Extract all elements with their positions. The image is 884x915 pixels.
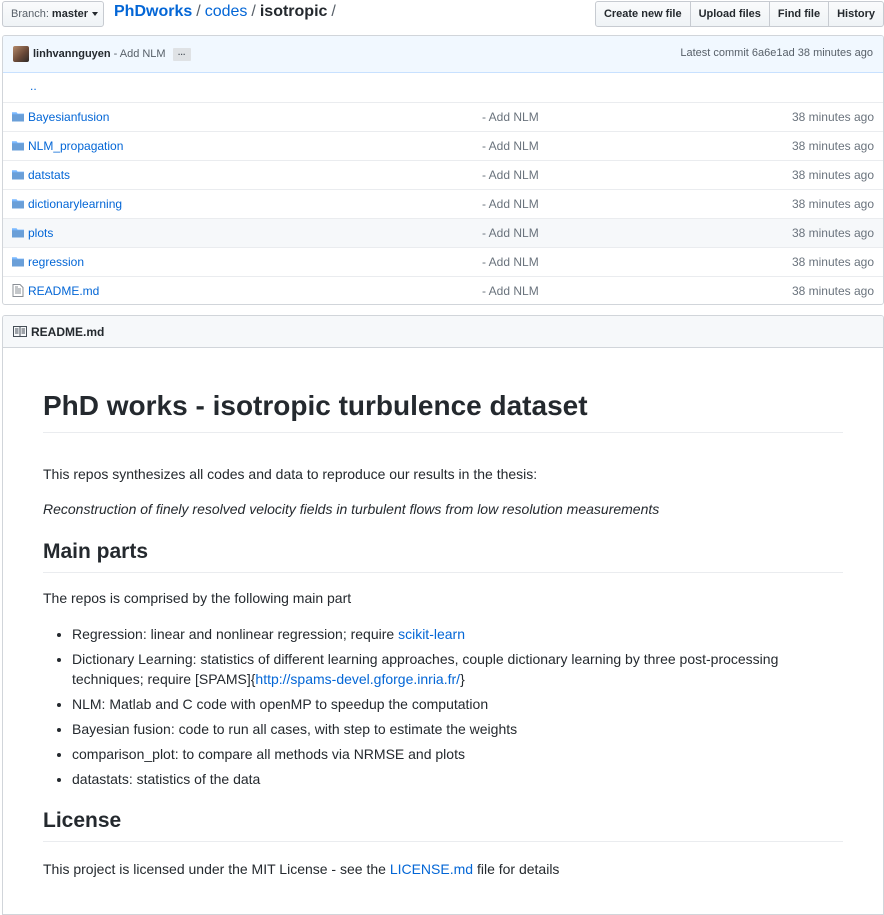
file-actions: Create new file Upload files Find file H… bbox=[594, 1, 884, 27]
table-row: Bayesianfusion - Add NLM 38 minutes ago bbox=[3, 102, 883, 131]
branch-label: Branch: bbox=[11, 8, 49, 20]
commit-age: 38 minutes ago bbox=[797, 47, 873, 59]
table-row: regression - Add NLM 38 minutes ago bbox=[3, 247, 883, 276]
file-name-link[interactable]: Bayesianfusion bbox=[28, 110, 109, 124]
list-item: Regression: linear and nonlinear regress… bbox=[72, 624, 843, 644]
file-commit-link[interactable]: - Add NLM bbox=[482, 139, 539, 153]
breadcrumb-repo-link[interactable]: PhDworks bbox=[114, 3, 192, 20]
main-parts-heading: Main parts bbox=[43, 538, 843, 573]
expand-commit-button[interactable]: … bbox=[172, 47, 191, 61]
file-name-link[interactable]: regression bbox=[28, 255, 84, 269]
file-name-link[interactable]: NLM_propagation bbox=[28, 139, 123, 153]
find-file-button[interactable]: Find file bbox=[768, 1, 830, 27]
folder-icon bbox=[12, 111, 24, 122]
branch-name: master bbox=[51, 8, 88, 20]
file-age: 38 minutes ago bbox=[791, 110, 874, 124]
latest-commit: Latest commit 6a6e1ad 38 minutes ago bbox=[680, 47, 873, 59]
updir-row[interactable]: .. bbox=[3, 73, 883, 102]
table-row: README.md - Add NLM 38 minutes ago bbox=[3, 276, 883, 304]
history-button[interactable]: History bbox=[828, 1, 884, 27]
file-commit-link[interactable]: - Add NLM bbox=[482, 226, 539, 240]
breadcrumb: PhDworks / codes / isotropic / bbox=[114, 3, 340, 21]
readme-panel: README.md PhD works - isotropic turbulen… bbox=[2, 315, 884, 915]
file-name-link[interactable]: README.md bbox=[28, 284, 99, 298]
license-link[interactable]: LICENSE.md bbox=[390, 861, 473, 877]
file-commit-link[interactable]: - Add NLM bbox=[482, 110, 539, 124]
spams-link[interactable]: http://spams-devel.gforge.inria.fr/ bbox=[255, 671, 460, 687]
file-name-link[interactable]: plots bbox=[28, 226, 53, 240]
folder-icon bbox=[12, 140, 24, 151]
toolbar: Branch: master PhDworks / codes / isotropic /… bbox=[0, 0, 884, 30]
list-item: NLM: Matlab and C code with openMP to sp… bbox=[72, 694, 843, 714]
license-text-end: file for details bbox=[473, 861, 560, 877]
main-parts-intro: The repos is comprised by the following … bbox=[43, 590, 352, 606]
latest-commit-label: Latest commit bbox=[680, 47, 749, 59]
commit-sha-link[interactable]: 6a6e1ad bbox=[752, 47, 795, 59]
file-age: 38 minutes ago bbox=[791, 197, 874, 211]
folder-icon bbox=[12, 227, 24, 238]
breadcrumb-separator: / bbox=[196, 3, 201, 20]
list-item: Dictionary Learning: statistics of diffe… bbox=[72, 649, 843, 689]
avatar[interactable] bbox=[13, 46, 29, 62]
table-row: NLM_propagation - Add NLM 38 minutes ago bbox=[3, 131, 883, 160]
file-commit-link[interactable]: - Add NLM bbox=[482, 197, 539, 211]
folder-icon bbox=[12, 256, 24, 267]
file-commit-link[interactable]: - Add NLM bbox=[482, 168, 539, 182]
readme-header: README.md bbox=[3, 316, 883, 348]
license-heading: License bbox=[43, 807, 843, 842]
caret-down-icon bbox=[92, 12, 98, 16]
parent-directory-link[interactable]: .. bbox=[30, 79, 37, 93]
file-name-link[interactable]: dictionarylearning bbox=[28, 197, 122, 211]
file-commit-link[interactable]: - Add NLM bbox=[482, 284, 539, 298]
breadcrumb-current: isotropic bbox=[259, 3, 328, 20]
table-row: plots - Add NLM 38 minutes ago bbox=[3, 218, 883, 247]
branch-selector-button[interactable]: Branch: master bbox=[2, 1, 104, 27]
commit-bar: linhvannguyen - Add NLM … Latest commit … bbox=[3, 36, 883, 73]
intro-paragraph: This repos synthesizes all codes and dat… bbox=[43, 466, 538, 482]
create-new-file-button[interactable]: Create new file bbox=[594, 1, 691, 27]
folder-icon bbox=[12, 198, 24, 209]
breadcrumb-dir-link[interactable]: codes bbox=[205, 3, 248, 20]
breadcrumb-separator: / bbox=[331, 3, 336, 20]
list-item-text: } bbox=[460, 671, 465, 687]
file-age: 38 minutes ago bbox=[791, 255, 874, 269]
readme-filename: README.md bbox=[31, 324, 105, 339]
readme-title: PhD works - isotropic turbulence dataset bbox=[43, 388, 843, 433]
table-row: datstats - Add NLM 38 minutes ago bbox=[3, 160, 883, 189]
folder-icon bbox=[12, 169, 24, 180]
file-commit-link[interactable]: - Add NLM bbox=[482, 255, 539, 269]
upload-files-button[interactable]: Upload files bbox=[689, 1, 770, 27]
table-row: dictionarylearning - Add NLM 38 minutes … bbox=[3, 189, 883, 218]
file-age: 38 minutes ago bbox=[791, 168, 874, 182]
file-age: 38 minutes ago bbox=[791, 284, 874, 298]
scikit-learn-link[interactable]: scikit-learn bbox=[398, 626, 465, 642]
commit-author-link[interactable]: linhvannguyen bbox=[33, 48, 111, 60]
file-age: 38 minutes ago bbox=[791, 139, 874, 153]
book-icon bbox=[13, 326, 27, 337]
list-item: Bayesian fusion: code to run all cases, … bbox=[72, 719, 843, 739]
list-item-text: Regression: linear and nonlinear regress… bbox=[72, 626, 399, 642]
license-text: This project is licensed under the MIT L… bbox=[43, 861, 390, 877]
list-item: datastats: statistics of the data bbox=[72, 769, 843, 789]
list-item: comparison_plot: to compare all methods … bbox=[72, 744, 843, 764]
thesis-title: Reconstruction of finely resolved veloci… bbox=[43, 501, 660, 517]
commit-message-link[interactable]: - Add NLM bbox=[114, 48, 166, 60]
file-age: 38 minutes ago bbox=[791, 226, 874, 240]
file-list: linhvannguyen - Add NLM … Latest commit … bbox=[2, 35, 884, 305]
file-name-link[interactable]: datstats bbox=[28, 168, 70, 182]
file-text-icon bbox=[12, 284, 24, 297]
main-parts-list: Regression: linear and nonlinear regress… bbox=[43, 624, 843, 794]
license-paragraph: This project is licensed under the MIT L… bbox=[43, 859, 843, 879]
breadcrumb-separator: / bbox=[251, 3, 256, 20]
